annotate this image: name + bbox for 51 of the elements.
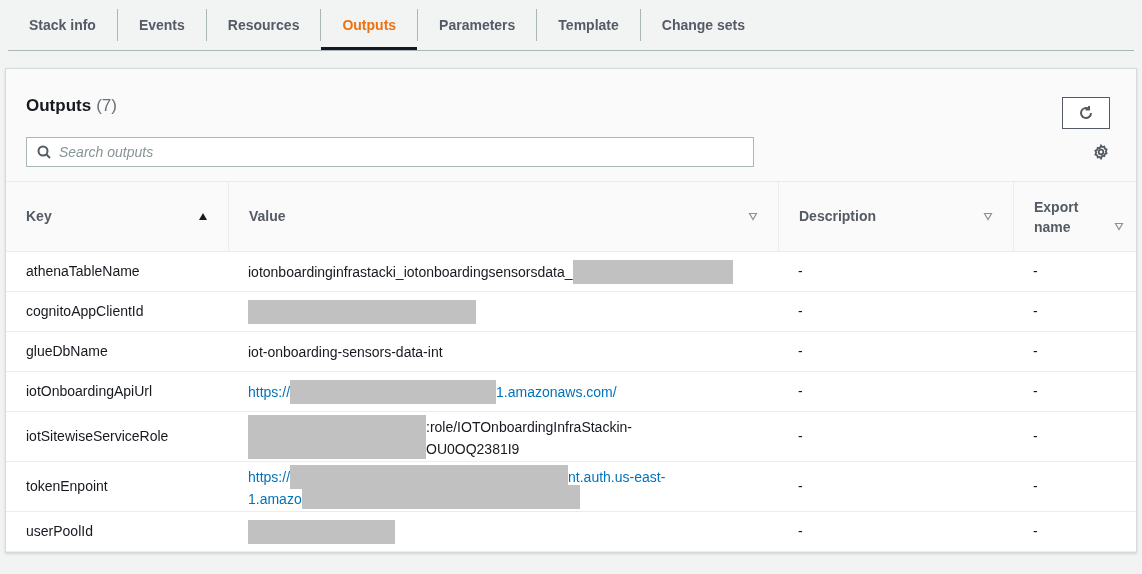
panel-title: Outputs [26,95,92,117]
url-link[interactable]: https:// [248,466,291,487]
table-cell: cognitoAppClientId [26,303,144,319]
value-text: iot-onboarding-sensors-data-int [248,342,443,362]
column-header[interactable]: Export name [1034,196,1084,237]
table-cell: athenaTableName [26,263,140,279]
tab[interactable]: Change sets [640,0,767,50]
table-cell: - [798,303,803,319]
url-link[interactable]: 1.amazonaws.com/ [496,381,617,402]
table-cell: - [798,383,803,399]
table-cell: iotOnboardingApiUrl [26,383,153,399]
table-cell: - [1033,343,1038,359]
output-count: (7) [96,95,117,117]
sort-up-icon[interactable] [198,212,208,221]
column-header[interactable]: Description [799,206,876,227]
url-link[interactable]: https:// [248,381,291,402]
search-icon [37,145,51,159]
table-cell: - [798,263,803,279]
tab[interactable]: Parameters [418,0,537,50]
table-cell: iotSitewiseServiceRole [26,428,169,444]
table-cell: userPoolId [26,523,93,539]
table-cell: - [798,428,803,444]
tab[interactable]: Resources [206,0,321,50]
tab[interactable]: Template [537,0,640,50]
table-cell: glueDbName [26,343,108,359]
url-link[interactable]: nt.auth.us-east- [568,466,666,487]
settings-icon[interactable] [1093,144,1109,160]
refresh-button[interactable] [1062,97,1110,129]
table-cell: - [1033,428,1038,444]
table-cell: - [1033,263,1038,279]
refresh-icon [1078,105,1094,121]
table-cell: - [1033,383,1038,399]
column-header[interactable]: Value [249,206,286,227]
url-link[interactable]: 1.amazo [248,488,302,509]
tab[interactable]: Events [117,0,206,50]
sort-icon[interactable] [983,212,993,221]
table-cell: - [1033,523,1038,539]
table-cell: - [1033,478,1038,494]
table-cell: - [798,343,803,359]
value-text: :role/IOTOnboardingInfraStackin- [426,417,632,437]
value-text: iotonboardinginfrastacki_iotonboardingsensorsdata_ [248,262,573,282]
sort-icon[interactable] [1114,222,1124,231]
table-cell: - [798,523,803,539]
tab[interactable]: Stack info [8,0,117,50]
table-cell: - [798,478,803,494]
value-text: OU0OQ2381I9 [426,439,520,459]
column-header[interactable]: Key [26,206,52,227]
table-cell: tokenEnpoint [26,478,108,494]
search-field[interactable]: Search outputs [26,137,754,167]
table-cell: - [1033,303,1038,319]
sort-icon[interactable] [748,212,758,221]
